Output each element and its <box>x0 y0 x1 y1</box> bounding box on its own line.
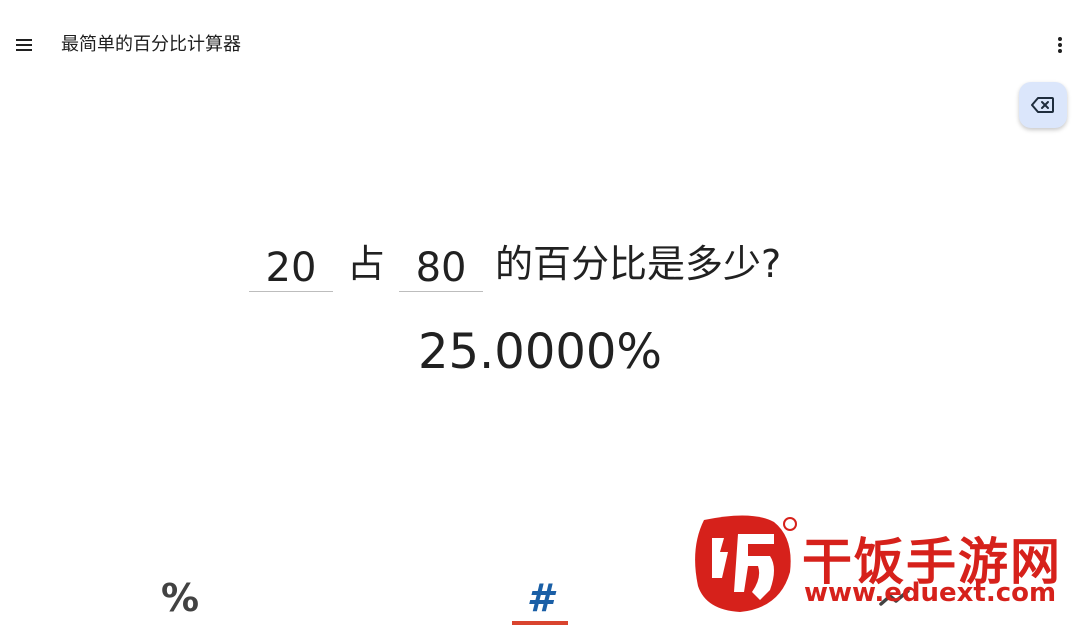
result-value: 25.0000% <box>417 324 663 380</box>
value-b-input[interactable]: 80 <box>399 236 484 292</box>
watermark-overlay: 干饭手游网 www.eduext.com <box>682 508 1062 618</box>
watermark-url: www.eduext.com <box>804 578 1057 608</box>
percent-icon: % <box>160 575 200 620</box>
question-suffix: 的百分比是多少? <box>495 242 782 286</box>
active-tab-indicator <box>512 621 568 625</box>
app-title: 最简单的百分比计算器 <box>61 34 241 55</box>
hamburger-menu-icon[interactable] <box>14 36 34 54</box>
app-bar: 最简单的百分比计算器 <box>0 0 1080 90</box>
backspace-button[interactable] <box>1019 82 1067 128</box>
connector-label: 占 <box>347 242 386 286</box>
value-a-input[interactable]: 20 <box>249 236 333 292</box>
tab-hash[interactable]: # <box>480 570 600 625</box>
watermark-logo-icon <box>695 515 797 612</box>
more-vert-icon[interactable] <box>1050 34 1070 56</box>
backspace-icon <box>1031 97 1054 113</box>
percent-question: 20 占 80 的百分比是多少? <box>249 232 781 292</box>
hash-icon: # <box>526 575 554 620</box>
tab-percent[interactable]: % <box>120 570 240 625</box>
